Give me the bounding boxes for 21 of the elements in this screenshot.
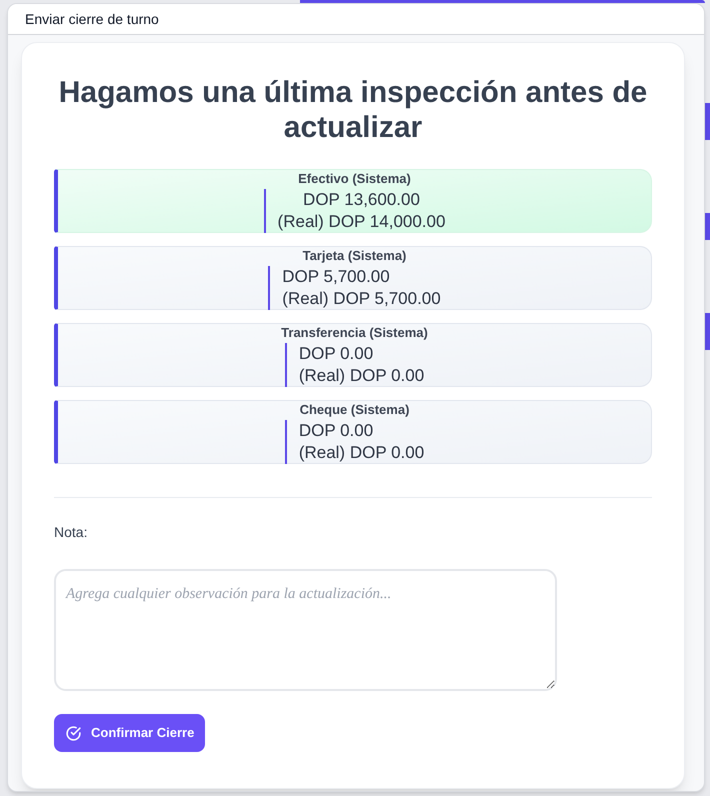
real-amount: (Real) DOP 0.00 <box>298 365 424 387</box>
payment-label: Transferencia (Sistema) <box>281 325 428 341</box>
payment-label: Efectivo (Sistema) <box>298 171 411 187</box>
check-circle-icon <box>65 724 82 742</box>
real-amount: (Real) DOP 5,700.00 <box>282 288 441 310</box>
confirm-button[interactable]: Confirmar Cierre <box>54 714 206 752</box>
system-amount: DOP 13,600.00 <box>303 189 420 211</box>
real-amount: (Real) DOP 14,000.00 <box>278 211 446 233</box>
note-field[interactable]: Agrega cualquier observación para la actualización... <box>54 569 557 691</box>
dialog-heading: Hagamos una última inspección antes de actualizar <box>58 75 648 145</box>
background-strip <box>705 213 710 240</box>
system-amount: DOP 0.00 <box>298 343 374 365</box>
background-strip <box>705 313 710 350</box>
payment-label: Cheque (Sistema) <box>300 402 410 418</box>
system-amount: DOP 0.00 <box>298 420 374 442</box>
real-amount: (Real) DOP 0.00 <box>298 442 424 464</box>
payment-label: Tarjeta (Sistema) <box>302 248 406 264</box>
note-label: Nota: <box>54 524 88 540</box>
background-strip <box>705 103 710 140</box>
window-title: Enviar cierre de turno <box>25 10 159 28</box>
system-amount: DOP 5,700.00 <box>282 266 390 288</box>
